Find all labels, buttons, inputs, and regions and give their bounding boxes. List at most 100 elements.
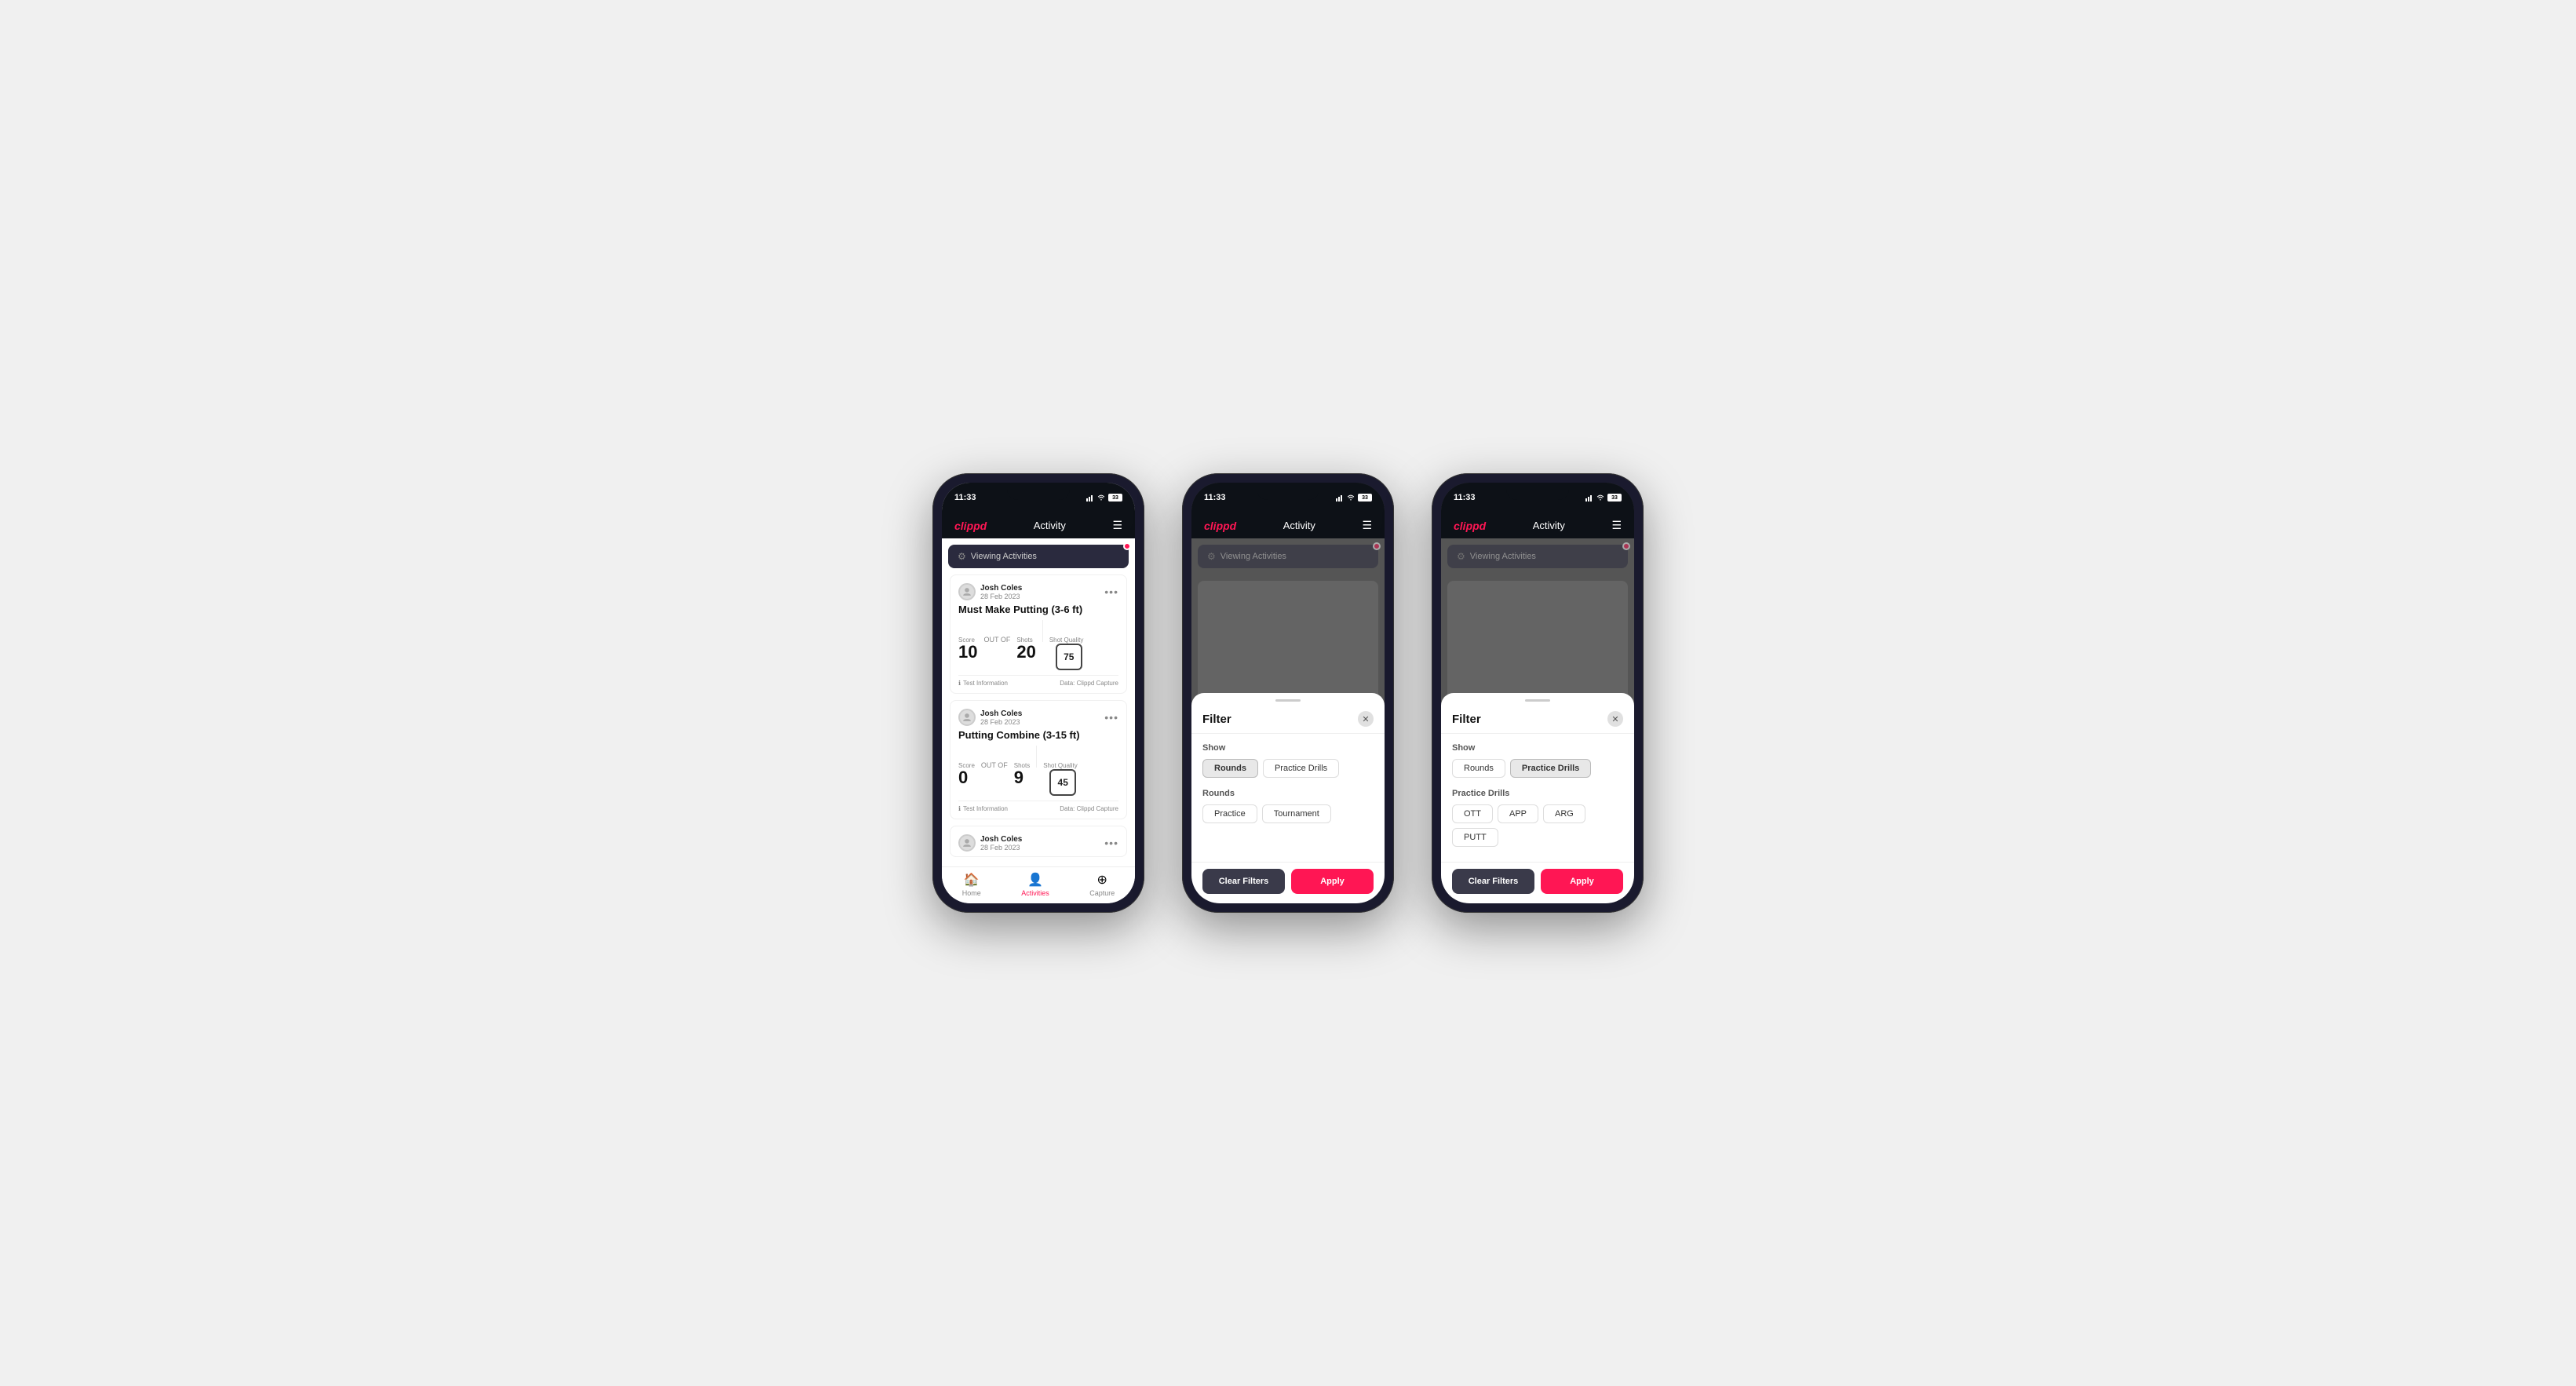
stat-divider-2 [1036,746,1037,768]
footer-data-1: Data: Clippd Capture [1060,680,1118,687]
clear-filters-button-3[interactable]: Clear Filters [1452,869,1534,894]
phone-2-inner: 11:33 33 clippd Activity ☰ ⚙ Viewing Act… [1191,483,1385,903]
activity-card-3[interactable]: Josh Coles 28 Feb 2023 ••• [950,826,1127,857]
card-header-3: Josh Coles 28 Feb 2023 ••• [958,834,1118,852]
menu-icon-3[interactable]: ☰ [1611,519,1622,532]
card-title-1: Must Make Putting (3-6 ft) [958,604,1118,615]
status-time-1: 11:33 [954,493,976,502]
user-date-1: 28 Feb 2023 [980,593,1022,600]
user-name-1: Josh Coles [980,584,1022,593]
user-name-3: Josh Coles [980,835,1022,844]
info-icon-1: ℹ [958,680,961,687]
status-icons-2: 33 [1336,494,1372,502]
banner-dot-2 [1373,542,1381,550]
shot-quality-group-1: Shot Quality 75 [1049,636,1084,670]
wifi-icon-3 [1596,494,1604,502]
modal-body-2: Show Rounds Practice Drills Rounds Pract… [1191,734,1385,862]
banner-dot-1 [1123,542,1131,550]
viewing-text-3: Viewing Activities [1470,552,1536,561]
stat-divider-1 [1042,620,1043,642]
activity-card-1[interactable]: Josh Coles 28 Feb 2023 ••• Must Make Put… [950,574,1127,694]
out-of-1: OUT OF [983,636,1010,644]
nav-bar-3: clippd Activity ☰ [1441,512,1634,538]
more-dots-2[interactable]: ••• [1104,711,1118,724]
card-footer-1: ℹ Test Information Data: Clippd Capture [958,675,1118,687]
viewing-banner-3: ⚙ Viewing Activities [1447,545,1628,568]
filter-icon-1: ⚙ [958,551,966,562]
filter-modal-2: Filter ✕ Show Rounds Practice Drills Rou… [1191,693,1385,903]
user-date-3: 28 Feb 2023 [980,844,1022,852]
nav-title-3: Activity [1533,520,1565,531]
show-chips-3: Rounds Practice Drills [1452,759,1623,778]
activity-card-2[interactable]: Josh Coles 28 Feb 2023 ••• Putting Combi… [950,700,1127,819]
practice-drills-chip-2[interactable]: Practice Drills [1263,759,1339,778]
banner-dot-3 [1622,542,1630,550]
status-icons-1: 33 [1086,494,1122,502]
apply-button-3[interactable]: Apply [1541,869,1623,894]
phone-3-inner: 11:33 33 clippd Activity ☰ ⚙ Viewing Act… [1441,483,1634,903]
rounds-chip-3[interactable]: Rounds [1452,759,1505,778]
bottom-nav-1: 🏠 Home 👤 Activities ⊕ Capture [942,866,1135,903]
info-icon-2: ℹ [958,805,961,812]
menu-icon-1[interactable]: ☰ [1112,519,1122,532]
card-stats-1: Score 10 OUT OF Shots 20 Shot Quality 75 [958,620,1118,670]
tournament-chip-2[interactable]: Tournament [1262,804,1331,823]
more-dots-1[interactable]: ••• [1104,585,1118,598]
footer-data-2: Data: Clippd Capture [1060,805,1118,812]
capture-icon-1: ⊕ [1097,872,1107,888]
shot-quality-badge-1: 75 [1056,644,1082,670]
app-chip-3[interactable]: APP [1498,804,1538,823]
viewing-text-2: Viewing Activities [1220,552,1286,561]
practice-drills-chips-3: OTT APP ARG PUTT [1452,804,1623,847]
practice-drills-chip-3[interactable]: Practice Drills [1510,759,1591,778]
modal-close-3[interactable]: ✕ [1607,711,1623,727]
modal-close-2[interactable]: ✕ [1358,711,1374,727]
status-bar-3: 11:33 33 [1441,483,1634,512]
home-icon-1: 🏠 [964,872,980,888]
score-group-2: Score 0 [958,762,975,786]
arg-chip-3[interactable]: ARG [1543,804,1585,823]
modal-handle-3 [1525,699,1550,702]
nav-item-capture-1[interactable]: ⊕ Capture [1089,872,1115,897]
user-info-1: Josh Coles 28 Feb 2023 [980,584,1022,600]
shot-quality-group-2: Shot Quality 45 [1043,762,1078,796]
shots-value-1: 20 [1016,644,1035,661]
ott-chip-3[interactable]: OTT [1452,804,1493,823]
battery-icon-3: 33 [1607,494,1622,502]
status-bar-2: 11:33 33 [1191,483,1385,512]
shot-quality-badge-2: 45 [1049,769,1076,796]
show-chips-2: Rounds Practice Drills [1202,759,1374,778]
viewing-text-1: Viewing Activities [971,552,1037,561]
practice-chip-2[interactable]: Practice [1202,804,1257,823]
shots-group-1: Shots 20 [1016,636,1035,661]
activity-list-1: Josh Coles 28 Feb 2023 ••• Must Make Put… [942,574,1135,866]
nav-title-2: Activity [1283,520,1315,531]
shots-value-2: 9 [1014,769,1030,786]
signal-icon-3 [1585,494,1593,502]
nav-item-activities-1[interactable]: 👤 Activities [1021,872,1049,897]
user-name-2: Josh Coles [980,709,1022,718]
rounds-chip-2[interactable]: Rounds [1202,759,1258,778]
rounds-section-label-2: Rounds [1202,789,1374,798]
apply-button-2[interactable]: Apply [1291,869,1374,894]
clear-filters-button-2[interactable]: Clear Filters [1202,869,1285,894]
putt-chip-3[interactable]: PUTT [1452,828,1498,847]
out-of-2: OUT OF [981,761,1008,769]
nav-bar-1: clippd Activity ☰ [942,512,1135,538]
modal-handle-2 [1275,699,1301,702]
wifi-icon-2 [1347,494,1355,502]
score-value-2: 0 [958,769,975,786]
card-header-1: Josh Coles 28 Feb 2023 ••• [958,583,1118,600]
menu-icon-2[interactable]: ☰ [1362,519,1372,532]
logo-1: clippd [954,520,987,532]
modal-footer-2: Clear Filters Apply [1191,862,1385,903]
nav-title-1: Activity [1034,520,1066,531]
nav-item-home-1[interactable]: 🏠 Home [962,872,981,897]
viewing-banner-1[interactable]: ⚙ Viewing Activities [948,545,1129,568]
notch-1 [1007,483,1070,500]
shots-group-2: Shots 9 [1014,762,1030,786]
home-label-1: Home [962,889,981,897]
more-dots-3[interactable]: ••• [1104,837,1118,849]
status-time-3: 11:33 [1454,493,1476,502]
shot-quality-label-2: Shot Quality [1043,762,1078,769]
